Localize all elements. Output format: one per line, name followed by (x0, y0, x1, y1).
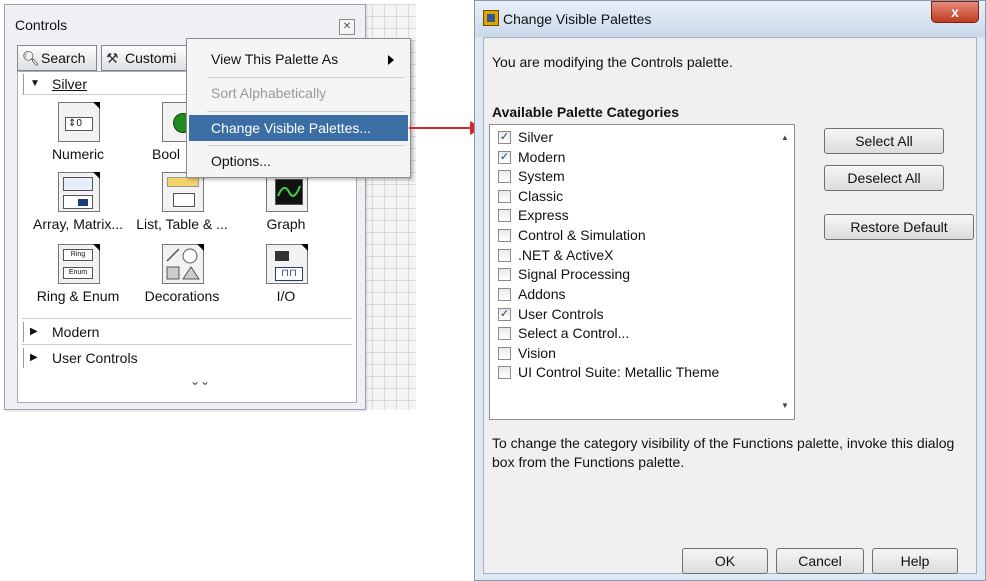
context-menu: View This Palette As Sort Alphabetically… (186, 38, 411, 178)
list-table-icon (162, 172, 204, 212)
list-item-addons[interactable]: Addons (498, 285, 565, 304)
labview-app-icon (483, 10, 499, 26)
list-item-signal-processing[interactable]: Signal Processing (498, 265, 630, 284)
dialog-body: You are modifying the Controls palette. … (483, 37, 977, 574)
list-scrollbar[interactable]: ▲ ▼ (777, 125, 794, 419)
cancel-button[interactable]: Cancel (776, 548, 864, 574)
list-item-classic[interactable]: Classic (498, 187, 563, 206)
deselect-all-button[interactable]: Deselect All (824, 165, 944, 191)
checkbox[interactable] (498, 347, 511, 360)
dialog-title-bar: Change Visible Palettes x (475, 1, 985, 37)
checkbox[interactable] (498, 190, 511, 203)
expand-more-icon[interactable]: ⌄⌄ (190, 374, 210, 388)
category-modern[interactable]: ▶ Modern (18, 320, 356, 344)
ring-enum-icon: Ring Enum (58, 244, 100, 284)
dialog-footer-note: To change the category visibility of the… (492, 435, 955, 470)
list-item-system[interactable]: System (498, 167, 565, 186)
checkbox[interactable]: ✓ (498, 151, 511, 164)
checkbox[interactable] (498, 209, 511, 222)
wrench-icon: ⚒ (106, 50, 119, 66)
decorations-icon (162, 244, 204, 284)
list-item-net-activex[interactable]: .NET & ActiveX (498, 246, 613, 265)
category-label: Silver (52, 76, 88, 92)
menu-item-sort-alphabetically[interactable]: Sort Alphabetically (189, 80, 408, 106)
io-icon: ⊓⊓ (266, 244, 308, 284)
help-button[interactable]: Help (872, 548, 958, 574)
list-item-silver[interactable]: ✓ Silver (498, 128, 553, 147)
triangle-down-icon: ▼ (30, 78, 40, 89)
checkbox[interactable]: ✓ (498, 308, 511, 321)
list-item-ui-control-suite[interactable]: UI Control Suite: Metallic Theme (498, 363, 719, 382)
list-item-user-controls[interactable]: ✓ User Controls (498, 305, 604, 324)
search-button[interactable]: 🔍︎Search (17, 45, 97, 71)
checkbox[interactable] (498, 268, 511, 281)
checkbox[interactable] (498, 366, 511, 379)
close-icon[interactable]: ✕ (339, 19, 355, 35)
list-item-modern[interactable]: ✓ Modern (498, 148, 565, 167)
numeric-control-icon: ⇕0 (58, 102, 100, 142)
close-icon[interactable]: x (931, 1, 979, 23)
triangle-right-icon: ▶ (30, 326, 38, 337)
menu-item-change-visible-palettes[interactable]: Change Visible Palettes... (189, 115, 408, 141)
menu-item-view-palette-as[interactable]: View This Palette As (189, 46, 408, 72)
scroll-down-icon[interactable]: ▼ (781, 401, 789, 410)
dialog-title: Change Visible Palettes (503, 11, 652, 27)
graph-icon (266, 172, 308, 212)
select-all-button[interactable]: Select All (824, 128, 944, 154)
list-item-control-simulation[interactable]: Control & Simulation (498, 226, 646, 245)
search-icon: 🔍︎ (22, 50, 40, 66)
list-item-express[interactable]: Express (498, 206, 569, 225)
palette-categories-list[interactable]: ✓ Silver ✓ Modern System Classic Express C… (489, 124, 795, 420)
checkbox[interactable] (498, 170, 511, 183)
checkbox[interactable] (498, 249, 511, 262)
categories-heading: Available Palette Categories (492, 104, 680, 120)
array-matrix-icon (58, 172, 100, 212)
checkbox[interactable] (498, 229, 511, 242)
palette-title: Controls (15, 17, 68, 33)
change-visible-palettes-dialog: Change Visible Palettes x You are modify… (474, 0, 986, 581)
list-item-vision[interactable]: Vision (498, 344, 556, 363)
submenu-arrow-icon (388, 55, 394, 65)
menu-item-options[interactable]: Options... (189, 148, 408, 174)
dialog-description: You are modifying the Controls palette. (492, 54, 733, 70)
category-user-controls[interactable]: ▶ User Controls (18, 346, 356, 370)
checkbox[interactable] (498, 327, 511, 340)
ok-button[interactable]: OK (682, 548, 768, 574)
arrow-line (409, 127, 473, 129)
checkbox[interactable]: ✓ (498, 131, 511, 144)
list-item-select-a-control[interactable]: Select a Control... (498, 324, 629, 343)
checkbox[interactable] (498, 288, 511, 301)
triangle-right-icon: ▶ (30, 352, 38, 363)
scroll-up-icon[interactable]: ▲ (781, 133, 789, 142)
restore-default-button[interactable]: Restore Default (824, 214, 974, 240)
